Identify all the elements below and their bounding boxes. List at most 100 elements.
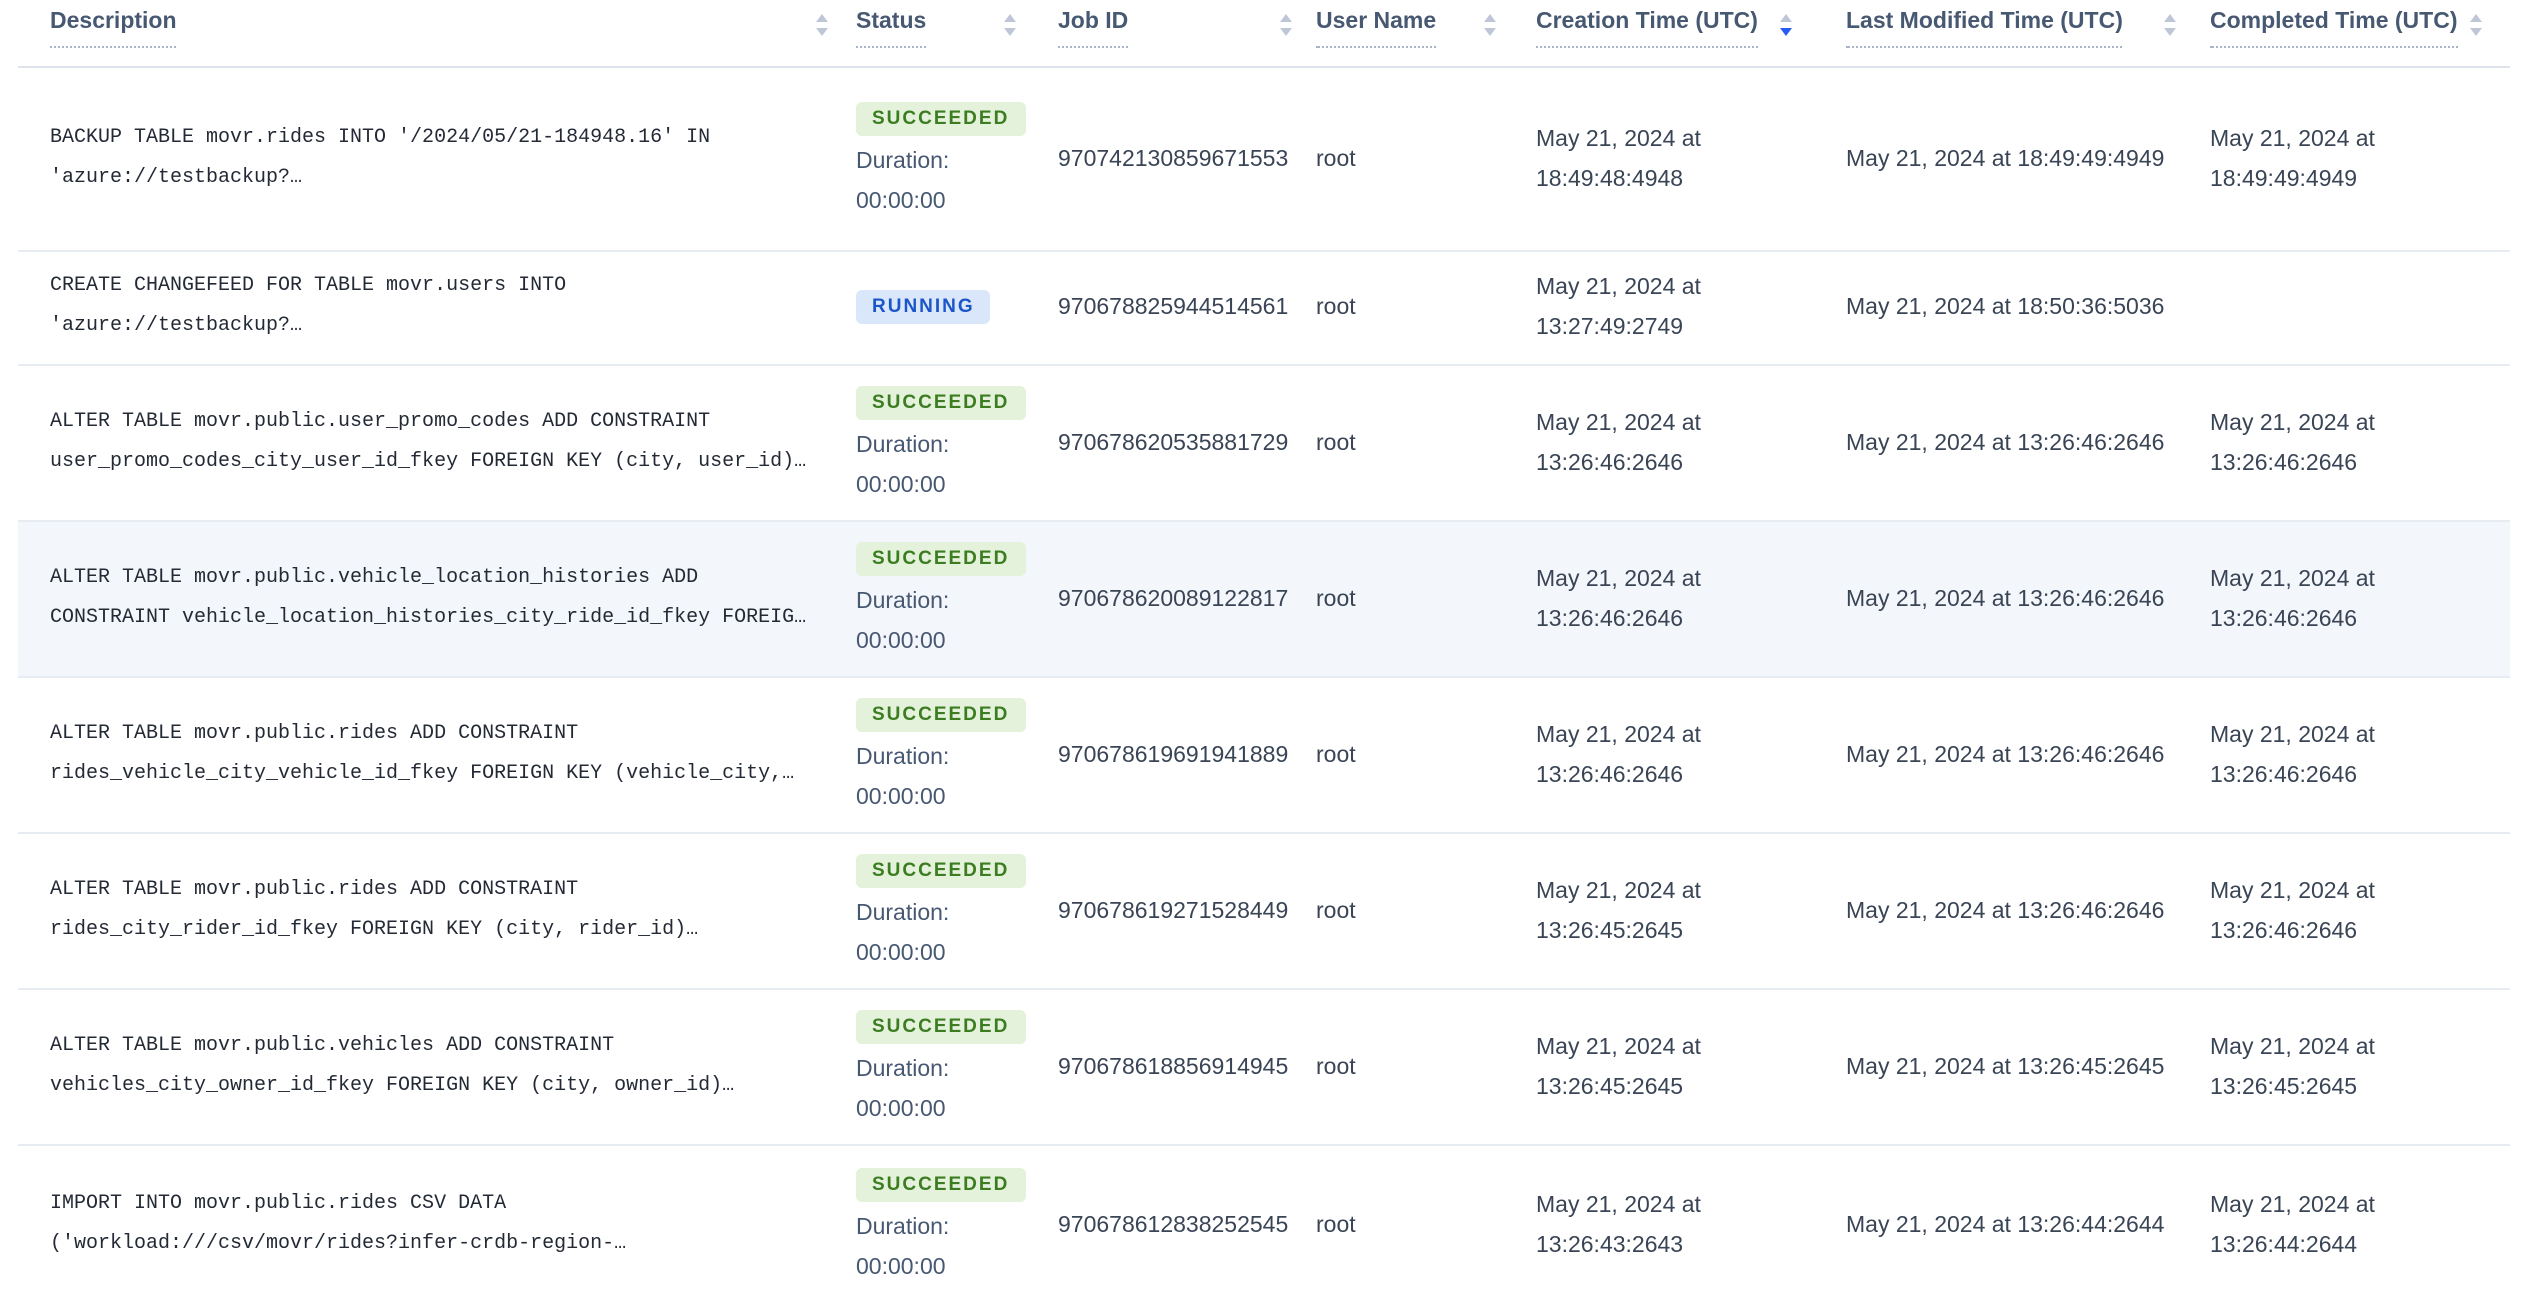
job-status-cell: SUCCEEDED Duration: 00:00:00 bbox=[840, 676, 1026, 833]
job-description-link[interactable]: ALTER TABLE movr.public.vehicle_location… bbox=[18, 520, 840, 677]
job-last-modified-time: May 21, 2024 at 13:26:45:2645 bbox=[1816, 988, 2180, 1145]
sort-arrows-icon bbox=[2164, 14, 2176, 35]
job-last-modified-time: May 21, 2024 at 13:26:44:2644 bbox=[1816, 1144, 2180, 1292]
sort-arrows-icon bbox=[1004, 14, 1016, 35]
job-user: root bbox=[1300, 988, 1504, 1145]
job-user: root bbox=[1300, 832, 1504, 989]
job-user: root bbox=[1300, 520, 1504, 677]
job-completed-time: May 21, 2024 at 13:26:46:2646 bbox=[2180, 676, 2510, 833]
job-duration: Duration: 00:00:00 bbox=[856, 745, 950, 809]
job-id: 970742130859671553 bbox=[1058, 147, 1289, 171]
status-badge: RUNNING bbox=[856, 290, 991, 324]
sort-arrows-icon bbox=[1280, 14, 1292, 35]
job-status-cell: SUCCEEDED Duration: 00:00:00 bbox=[840, 988, 1026, 1145]
job-duration: Duration: 00:00:00 bbox=[856, 1215, 950, 1280]
column-header-creation-time[interactable]: Creation Time (UTC) bbox=[1504, 0, 1816, 68]
column-header-job-id[interactable]: Job ID bbox=[1024, 0, 1300, 68]
table-row: ALTER TABLE movr.public.vehicle_location… bbox=[18, 520, 2510, 677]
table-row: IMPORT INTO movr.public.rides CSV DATA (… bbox=[18, 1144, 2510, 1292]
job-creation-time: May 21, 2024 at 13:26:46:2646 bbox=[1504, 520, 1816, 677]
job-description-link[interactable]: CREATE CHANGEFEED FOR TABLE movr.users I… bbox=[18, 250, 840, 365]
table-row: ALTER TABLE movr.public.rides ADD CONSTR… bbox=[18, 832, 2510, 989]
job-description-link[interactable]: ALTER TABLE movr.public.vehicles ADD CON… bbox=[18, 988, 840, 1145]
column-header-last-modified-time[interactable]: Last Modified Time (UTC) bbox=[1816, 0, 2180, 68]
column-label: User Name bbox=[1316, 8, 1437, 48]
job-last-modified-time: May 21, 2024 at 13:26:46:2646 bbox=[1816, 832, 2180, 989]
job-description-link[interactable]: IMPORT INTO movr.public.rides CSV DATA (… bbox=[18, 1144, 840, 1292]
table-row: ALTER TABLE movr.public.rides ADD CONSTR… bbox=[18, 676, 2510, 833]
column-label: Description bbox=[50, 8, 177, 48]
job-creation-time: May 21, 2024 at 13:27:49:2749 bbox=[1504, 250, 1816, 365]
job-completed-time: May 21, 2024 at 18:49:49:4949 bbox=[2210, 127, 2375, 191]
job-id: 970678619271528449 bbox=[1024, 832, 1300, 989]
job-duration: Duration: 00:00:00 bbox=[856, 901, 950, 965]
column-label: Creation Time (UTC) bbox=[1536, 8, 1758, 48]
job-completed-time bbox=[2180, 250, 2510, 365]
job-creation-time: May 21, 2024 at 13:26:45:2645 bbox=[1504, 988, 1816, 1145]
job-id: 970678620535881729 bbox=[1024, 364, 1300, 521]
job-completed-time: May 21, 2024 at 13:26:46:2646 bbox=[2180, 520, 2510, 677]
job-user: root bbox=[1300, 364, 1504, 521]
job-description-link[interactable]: ALTER TABLE movr.public.user_promo_codes… bbox=[18, 364, 840, 521]
status-badge: SUCCEEDED bbox=[856, 1009, 1026, 1043]
job-user: root bbox=[1316, 147, 1356, 171]
job-last-modified-time: May 21, 2024 at 18:49:49:4949 bbox=[1846, 147, 2165, 171]
job-user: root bbox=[1300, 1144, 1504, 1292]
job-id: 970678612838252545 bbox=[1024, 1144, 1300, 1292]
status-badge: SUCCEEDED bbox=[856, 697, 1026, 731]
column-header-user-name[interactable]: User Name bbox=[1300, 0, 1504, 68]
job-last-modified-time: May 21, 2024 at 13:26:46:2646 bbox=[1816, 364, 2180, 521]
job-status-cell: SUCCEEDED Duration: 00:00:00 bbox=[840, 520, 1026, 677]
job-last-modified-time: May 21, 2024 at 13:26:46:2646 bbox=[1816, 520, 2180, 677]
job-status-cell: SUCCEEDED Duration: 00:00:00 bbox=[840, 1144, 1026, 1292]
column-header-description[interactable]: Description bbox=[18, 0, 840, 68]
job-status-cell: SUCCEEDED Duration: 00:00:00 bbox=[840, 67, 1026, 251]
status-badge: SUCCEEDED bbox=[856, 385, 1026, 419]
table-row: ALTER TABLE movr.public.user_promo_codes… bbox=[18, 364, 2510, 521]
column-label: Last Modified Time (UTC) bbox=[1846, 8, 2123, 48]
job-creation-time: May 21, 2024 at 13:26:46:2646 bbox=[1504, 676, 1816, 833]
job-id: 970678619691941889 bbox=[1024, 676, 1300, 833]
job-completed-time: May 21, 2024 at 13:26:44:2644 bbox=[2180, 1144, 2510, 1292]
job-status-cell: RUNNING bbox=[840, 250, 1024, 365]
table-row: BACKUP TABLE movr.rides INTO '/2024/05/2… bbox=[18, 67, 2510, 251]
job-description-link[interactable]: ALTER TABLE movr.public.rides ADD CONSTR… bbox=[18, 832, 840, 989]
table-row: CREATE CHANGEFEED FOR TABLE movr.users I… bbox=[18, 250, 2510, 365]
job-id: 970678825944514561 bbox=[1024, 250, 1300, 365]
column-label: Status bbox=[856, 8, 927, 48]
sort-arrows-icon bbox=[1484, 14, 1496, 35]
status-badge: SUCCEEDED bbox=[856, 1167, 1026, 1202]
sort-arrows-icon bbox=[1780, 14, 1792, 35]
job-last-modified-time: May 21, 2024 at 13:26:46:2646 bbox=[1816, 676, 2180, 833]
job-status-cell: SUCCEEDED Duration: 00:00:00 bbox=[840, 832, 1026, 989]
job-user: root bbox=[1300, 676, 1504, 833]
table-header-row: Description Status Job ID User Name Crea… bbox=[18, 0, 2510, 68]
job-duration: Duration: 00:00:00 bbox=[856, 149, 950, 213]
job-description-link[interactable]: ALTER TABLE movr.public.rides ADD CONSTR… bbox=[18, 676, 840, 833]
status-badge: SUCCEEDED bbox=[856, 541, 1026, 575]
jobs-table: Description Status Job ID User Name Crea… bbox=[18, 0, 2510, 1292]
job-duration: Duration: 00:00:00 bbox=[856, 1057, 950, 1121]
job-creation-time: May 21, 2024 at 13:26:43:2643 bbox=[1504, 1144, 1816, 1292]
column-label: Completed Time (UTC) bbox=[2210, 8, 2458, 48]
status-badge: SUCCEEDED bbox=[856, 101, 1026, 135]
job-last-modified-time: May 21, 2024 at 18:50:36:5036 bbox=[1816, 250, 2180, 365]
job-creation-time: May 21, 2024 at 13:26:45:2645 bbox=[1504, 832, 1816, 989]
column-header-status[interactable]: Status bbox=[840, 0, 1024, 68]
job-status-cell: SUCCEEDED Duration: 00:00:00 bbox=[840, 364, 1026, 521]
jobs-table-page: Description Status Job ID User Name Crea… bbox=[0, 0, 2528, 1292]
job-id: 970678618856914945 bbox=[1024, 988, 1300, 1145]
table-row: ALTER TABLE movr.public.vehicles ADD CON… bbox=[18, 988, 2510, 1145]
job-description-link[interactable]: BACKUP TABLE movr.rides INTO '/2024/05/2… bbox=[18, 67, 840, 251]
status-badge: SUCCEEDED bbox=[856, 853, 1026, 887]
column-label: Job ID bbox=[1058, 8, 1129, 48]
job-completed-time: May 21, 2024 at 13:26:46:2646 bbox=[2180, 364, 2510, 521]
job-duration: Duration: 00:00:00 bbox=[856, 433, 950, 497]
job-completed-time: May 21, 2024 at 13:26:46:2646 bbox=[2180, 832, 2510, 989]
sort-arrows-icon bbox=[816, 14, 828, 35]
job-completed-time: May 21, 2024 at 13:26:45:2645 bbox=[2180, 988, 2510, 1145]
job-creation-time: May 21, 2024 at 18:49:48:4948 bbox=[1536, 127, 1701, 191]
column-header-completed-time[interactable]: Completed Time (UTC) bbox=[2180, 0, 2510, 68]
job-creation-time: May 21, 2024 at 13:26:46:2646 bbox=[1504, 364, 1816, 521]
job-id: 970678620089122817 bbox=[1024, 520, 1300, 677]
